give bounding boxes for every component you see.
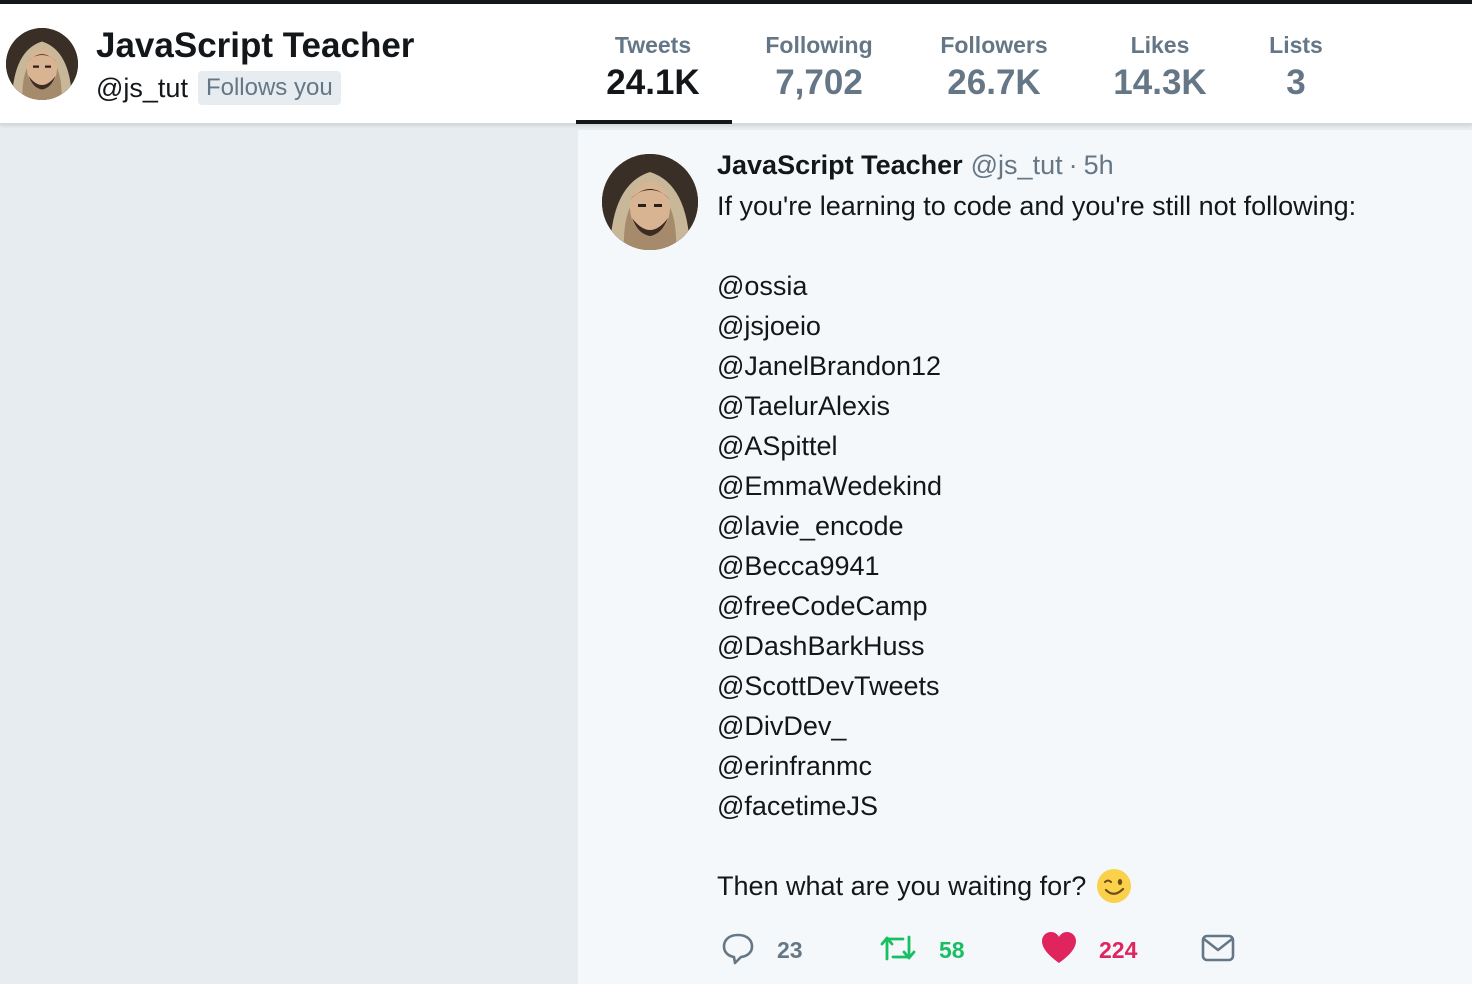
tab-following[interactable]: Following 7,702 [752, 32, 886, 106]
tweet-timestamp[interactable]: 5h [1084, 150, 1114, 181]
tweet-feed: JavaScript Teacher @js_tut · 5h If you'r… [578, 130, 1472, 984]
heart-icon [1041, 931, 1077, 970]
mention-link[interactable]: @DashBarkHuss [717, 626, 1457, 666]
tweet-outro: Then what are you waiting for? [717, 871, 1087, 901]
profile-handle-row: @js_tut Follows you [96, 70, 341, 106]
stat-value: 14.3K [1113, 63, 1207, 102]
stat-label: Lists [1269, 32, 1323, 58]
retweet-button[interactable]: 58 [879, 930, 965, 970]
stat-label: Tweets [614, 32, 692, 58]
tweet-author-handle[interactable]: @js_tut [971, 150, 1063, 181]
tweet-author-name[interactable]: JavaScript Teacher [717, 150, 963, 181]
active-tab-indicator [576, 120, 732, 124]
tweet-header: JavaScript Teacher @js_tut · 5h [717, 150, 1114, 184]
mention-link[interactable]: @lavie_encode [717, 506, 1457, 546]
tab-tweets[interactable]: Tweets 24.1K [590, 32, 716, 106]
mention-link[interactable]: @JanelBrandon12 [717, 346, 1457, 386]
profile-header: JavaScript Teacher @js_tut Follows you T… [0, 4, 1472, 124]
mention-link[interactable]: @Becca9941 [717, 546, 1457, 586]
separator-dot: · [1068, 150, 1078, 180]
profile-name[interactable]: JavaScript Teacher [96, 26, 414, 66]
tweet-actions: 23 58 224 [717, 930, 1257, 970]
tab-followers[interactable]: Followers 26.7K [926, 32, 1062, 106]
tweet-outro-row: Then what are you waiting for? [717, 866, 1457, 906]
tweet-author-avatar[interactable] [602, 154, 698, 250]
stat-value: 7,702 [775, 63, 863, 102]
tweet-intro: If you're learning to code and you're st… [717, 191, 1357, 221]
mention-link[interactable]: @ScottDevTweets [717, 666, 1457, 706]
winking-face-emoji [1096, 868, 1132, 904]
mention-link[interactable]: @ossia [717, 266, 1457, 306]
mention-link[interactable]: @ASpittel [717, 426, 1457, 466]
retweet-arrows-icon [879, 931, 917, 970]
stat-value: 26.7K [947, 63, 1041, 102]
envelope-icon [1201, 933, 1235, 968]
profile-handle[interactable]: @js_tut [96, 73, 188, 104]
like-button[interactable]: 224 [1041, 930, 1137, 970]
mention-link[interactable]: @erinfranmc [717, 746, 1457, 786]
tweet-text: If you're learning to code and you're st… [717, 186, 1457, 906]
reply-count: 23 [777, 936, 803, 963]
like-count: 224 [1099, 936, 1138, 963]
reply-button[interactable]: 23 [721, 930, 803, 970]
speech-bubble-icon [721, 931, 755, 970]
mention-link[interactable]: @jsjoeio [717, 306, 1457, 346]
profile-avatar[interactable] [6, 28, 78, 100]
stat-value: 24.1K [606, 63, 700, 102]
stat-label: Likes [1130, 32, 1190, 58]
stat-label: Following [765, 32, 873, 58]
retweet-count: 58 [939, 936, 965, 963]
follows-you-badge: Follows you [197, 71, 341, 105]
mention-link[interactable]: @DivDev_ [717, 706, 1457, 746]
mention-link[interactable]: @freeCodeCamp [717, 586, 1457, 626]
direct-message-button[interactable] [1201, 930, 1235, 970]
stat-label: Followers [940, 32, 1048, 58]
tab-lists[interactable]: Lists 3 [1254, 32, 1338, 106]
mention-link[interactable]: @TaelurAlexis [717, 386, 1457, 426]
mention-link[interactable]: @facetimeJS [717, 786, 1457, 826]
mention-link[interactable]: @EmmaWedekind [717, 466, 1457, 506]
stat-value: 3 [1286, 63, 1306, 102]
tab-likes[interactable]: Likes 14.3K [1102, 32, 1218, 106]
